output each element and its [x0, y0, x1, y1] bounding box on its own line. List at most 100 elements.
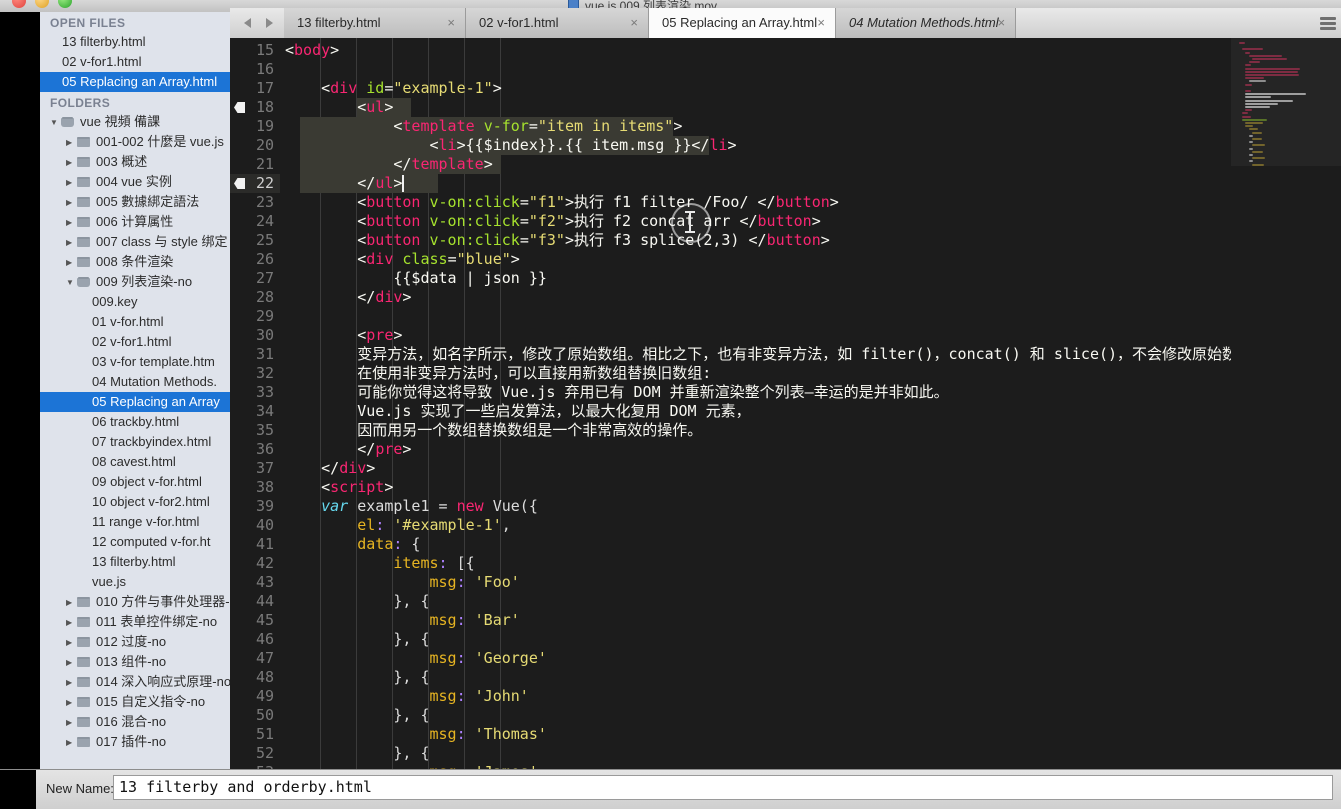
file-item-14[interactable]: 05 Replacing an Array	[40, 392, 230, 412]
file-item-20[interactable]: 11 range v-for.html	[40, 512, 230, 532]
chevron-right-icon[interactable]: ▶	[66, 613, 77, 632]
sidebar[interactable]: OPEN FILES 13 filterby.html 02 v-for1.htm…	[40, 12, 230, 769]
minimize-button[interactable]	[35, 0, 49, 8]
folder-item-7[interactable]: ▶ 008 条件渲染	[40, 252, 230, 272]
chevron-right-icon[interactable]: ▶	[66, 673, 77, 692]
code-line[interactable]: 15 <body>	[230, 41, 1341, 60]
code-line[interactable]: 28 </div>	[230, 288, 1341, 307]
folder-item-2[interactable]: ▶ 003 概述	[40, 152, 230, 172]
code-line[interactable]: 26 <div class="blue">	[230, 250, 1341, 269]
file-item-12[interactable]: 03 v-for template.htm	[40, 352, 230, 372]
chevron-right-icon[interactable]: ▶	[66, 693, 77, 712]
chevron-right-icon[interactable]: ▶	[66, 633, 77, 652]
tab-close-icon[interactable]: ×	[630, 8, 638, 38]
file-item-10[interactable]: 01 v-for.html	[40, 312, 230, 332]
code-line[interactable]: 27 {{$data | json }}	[230, 269, 1341, 288]
file-item-13[interactable]: 04 Mutation Methods.	[40, 372, 230, 392]
chevron-right-icon[interactable]: ▶	[66, 253, 77, 272]
code-line[interactable]: 38 <script>	[230, 478, 1341, 497]
tab-close-icon[interactable]: ×	[997, 8, 1005, 38]
code-line[interactable]: 29	[230, 307, 1341, 326]
open-file-item-0[interactable]: 13 filterby.html	[40, 32, 230, 52]
chevron-right-icon[interactable]: ▶	[66, 193, 77, 212]
code-line[interactable]: 23 <button v-on:click="f1">执行 f1 filter …	[230, 193, 1341, 212]
code-line[interactable]: 30 <pre>	[230, 326, 1341, 345]
folder-item-26[interactable]: ▶ 012 过度-no	[40, 632, 230, 652]
code-line[interactable]: 49 msg: 'John'	[230, 687, 1341, 706]
code-line[interactable]: 20 <li>{{$index}}.{{ item.msg }}</li>	[230, 136, 1341, 155]
folder-item-28[interactable]: ▶ 014 深入响应式原理-no	[40, 672, 230, 692]
folder-item-27[interactable]: ▶ 013 组件-no	[40, 652, 230, 672]
code-line[interactable]: 41 data: {	[230, 535, 1341, 554]
code-line[interactable]: 36 </pre>	[230, 440, 1341, 459]
code-line[interactable]: 32 在使用非变异方法时，可以直接用新数组替换旧数组:	[230, 364, 1341, 383]
code-line[interactable]: 16	[230, 60, 1341, 79]
tab-0[interactable]: 13 filterby.html ×	[284, 8, 466, 38]
chevron-right-icon[interactable]: ▶	[66, 213, 77, 232]
file-item-21[interactable]: 12 computed v-for.ht	[40, 532, 230, 552]
tab-bar[interactable]: 13 filterby.html × 02 v-for1.html × 05 Repla…	[230, 8, 1341, 39]
open-file-item-2[interactable]: 05 Replacing an Array.html	[40, 72, 230, 92]
folder-item-8[interactable]: ▼ 009 列表渲染-no	[40, 272, 230, 292]
chevron-right-icon[interactable]	[265, 17, 273, 28]
code-editor[interactable]: 15 <body> 16 17 <div id="example-1"> 18 <ul>…	[230, 38, 1341, 769]
code-line[interactable]: 22 </ul>	[230, 174, 1341, 193]
file-item-15[interactable]: 06 trackby.html	[40, 412, 230, 432]
folder-item-29[interactable]: ▶ 015 自定义指令-no	[40, 692, 230, 712]
folder-tree[interactable]: ▼ vue 視頻 備課 ▶ 001-002 什麼是 vue.js ▶ 003 概述 ▶ 004…	[40, 112, 230, 752]
code-line[interactable]: 35 因而用另一个数组替换数组是一个非常高效的操作。	[230, 421, 1341, 440]
chevron-right-icon[interactable]: ▶	[66, 153, 77, 172]
code-line[interactable]: 50 }, {	[230, 706, 1341, 725]
file-item-9[interactable]: 009.key	[40, 292, 230, 312]
tab-1[interactable]: 02 v-for1.html ×	[466, 8, 649, 38]
code-line[interactable]: 40 el: '#example-1',	[230, 516, 1341, 535]
file-item-18[interactable]: 09 object v-for.html	[40, 472, 230, 492]
code-line[interactable]: 25 <button v-on:click="f3">执行 f3 splice(…	[230, 231, 1341, 250]
folder-item-4[interactable]: ▶ 005 數據綁定語法	[40, 192, 230, 212]
code-line[interactable]: 24 <button v-on:click="f2">执行 f2 concat …	[230, 212, 1341, 231]
minimap[interactable]	[1231, 38, 1341, 769]
file-item-17[interactable]: 08 cavest.html	[40, 452, 230, 472]
chevron-down-icon[interactable]: ▼	[50, 113, 61, 132]
folder-item-1[interactable]: ▶ 001-002 什麼是 vue.js	[40, 132, 230, 152]
code-line[interactable]: 47 msg: 'George'	[230, 649, 1341, 668]
file-item-23[interactable]: vue.js	[40, 572, 230, 592]
folder-item-3[interactable]: ▶ 004 vue 实例	[40, 172, 230, 192]
code-line[interactable]: 19 <template v-for="item in items">	[230, 117, 1341, 136]
file-item-16[interactable]: 07 trackbyindex.html	[40, 432, 230, 452]
chevron-right-icon[interactable]: ▶	[66, 133, 77, 152]
tab-3[interactable]: 04 Mutation Methods.html ×	[836, 8, 1016, 38]
code-line[interactable]: 33 可能你觉得这将导致 Vue.js 弃用已有 DOM 并重新渲染整个列表—幸…	[230, 383, 1341, 402]
code-line[interactable]: 43 msg: 'Foo'	[230, 573, 1341, 592]
tab-2[interactable]: 05 Replacing an Array.html ×	[649, 8, 836, 38]
folder-item-30[interactable]: ▶ 016 混合-no	[40, 712, 230, 732]
chevron-right-icon[interactable]: ▶	[66, 173, 77, 192]
chevron-right-icon[interactable]: ▶	[66, 713, 77, 732]
code-line[interactable]: 42 items: [{	[230, 554, 1341, 573]
code-line[interactable]: 45 msg: 'Bar'	[230, 611, 1341, 630]
code-line[interactable]: 39 var example1 = new Vue({	[230, 497, 1341, 516]
chevron-down-icon[interactable]: ▼	[66, 273, 77, 292]
minimap-viewport[interactable]	[1231, 38, 1341, 166]
close-button[interactable]	[12, 0, 26, 8]
file-item-19[interactable]: 10 object v-for2.html	[40, 492, 230, 512]
folder-item-0[interactable]: ▼ vue 視頻 備課	[40, 112, 230, 132]
code-line[interactable]: 48 }, {	[230, 668, 1341, 687]
open-file-item-1[interactable]: 02 v-for1.html	[40, 52, 230, 72]
folder-item-31[interactable]: ▶ 017 插件-no	[40, 732, 230, 752]
new-name-input[interactable]: 13 filterby and orderby.html	[113, 775, 1333, 800]
chevron-left-icon[interactable]	[243, 17, 251, 28]
tab-close-icon[interactable]: ×	[817, 8, 825, 38]
chevron-right-icon[interactable]: ▶	[66, 733, 77, 752]
hamburger-menu-icon[interactable]	[1319, 15, 1337, 31]
code-line[interactable]: 37 </div>	[230, 459, 1341, 478]
code-line[interactable]: 31 变异方法，如名字所示，修改了原始数组。相比之下，也有非变异方法，如 fil…	[230, 345, 1341, 364]
code-line[interactable]: 18 <ul>	[230, 98, 1341, 117]
folder-item-5[interactable]: ▶ 006 计算属性	[40, 212, 230, 232]
zoom-button[interactable]	[58, 0, 72, 8]
code-line[interactable]: 21 </template>	[230, 155, 1341, 174]
tab-nav-arrows[interactable]	[236, 12, 280, 33]
open-files-list[interactable]: 13 filterby.html 02 v-for1.html 05 Replaci…	[40, 32, 230, 92]
chevron-right-icon[interactable]: ▶	[66, 593, 77, 612]
file-item-22[interactable]: 13 filterby.html	[40, 552, 230, 572]
